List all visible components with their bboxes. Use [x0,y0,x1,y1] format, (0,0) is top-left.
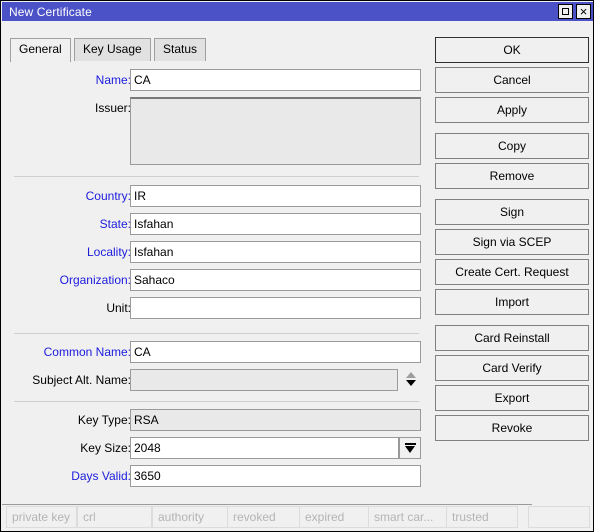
organization-label: Organization: [59,273,131,287]
close-icon: × [579,4,588,19]
key-size-dropdown-button[interactable] [399,437,421,459]
create-cert-request-button[interactable]: Create Cert. Request [435,259,589,285]
name-input[interactable]: CA [130,69,421,91]
status-flag-revoked: revoked [227,506,307,528]
common-name-label: Common Name: [43,345,131,359]
status-flag-expired: expired [299,506,372,528]
general-tab-panel: Name: CA Issuer: Country: IR State: Isfa… [2,45,430,500]
key-size-input[interactable]: 2048 [130,437,399,459]
unit-input[interactable] [130,297,421,319]
field-row-state: State: Isfahan [2,213,430,235]
apply-button[interactable]: Apply [435,97,589,123]
subject-alt-name-spinner[interactable] [403,369,420,391]
ok-button[interactable]: OK [435,37,589,63]
field-row-country: Country: IR [2,185,430,207]
key-size-label: Key Size: [80,441,131,455]
days-valid-label: Days Valid: [71,469,131,483]
window-titlebar[interactable]: New Certificate × [2,2,593,21]
field-row-issuer: Issuer: [2,97,430,167]
field-row-key-size: Key Size: 2048 [2,437,430,459]
common-name-input[interactable]: CA [130,341,421,363]
field-row-locality: Locality: Isfahan [2,241,430,263]
issuer-label: Issuer: [94,101,131,115]
export-button[interactable]: Export [435,385,589,411]
field-row-organization: Organization: Sahaco [2,269,430,291]
status-flag-empty [528,506,590,528]
copy-button[interactable]: Copy [435,133,589,159]
days-valid-input[interactable]: 3650 [130,465,421,487]
window-title: New Certificate [9,4,92,19]
remove-button[interactable]: Remove [435,163,589,189]
status-flag-trusted: trusted [446,506,518,528]
key-type-label: Key Type: [77,413,131,427]
status-flag-bar: private key crl authority revoked expire… [2,504,593,530]
field-row-key-type: Key Type: RSA [2,409,430,431]
key-type-value: RSA [130,409,421,431]
card-verify-button[interactable]: Card Verify [435,355,589,381]
field-row-common-name: Common Name: CA [2,341,430,363]
status-flag-private-key: private key [6,506,77,528]
sign-button[interactable]: Sign [435,199,589,225]
status-flag-authority: authority [152,506,233,528]
issuer-textarea[interactable] [130,97,421,165]
tab-general[interactable]: General [10,38,71,62]
revoke-button[interactable]: Revoke [435,415,589,441]
status-flag-crl: crl [77,506,152,528]
separator-3 [14,401,419,402]
statusbar-divider [2,504,532,505]
spinner-up-icon[interactable] [406,372,416,378]
dropdown-bar-icon [405,443,416,445]
field-row-name: Name: CA [2,69,430,91]
field-row-subject-alt-name: Subject Alt. Name: [2,369,430,391]
separator-1 [14,176,419,177]
organization-input[interactable]: Sahaco [130,269,421,291]
locality-label: Locality: [86,245,131,259]
chevron-down-icon [405,446,415,453]
subject-alt-name-input[interactable] [130,369,398,391]
status-flag-smart-card: smart car... [368,506,448,528]
close-button[interactable]: × [576,4,591,19]
field-row-days-valid: Days Valid: 3650 [2,465,430,487]
subject-alt-name-label: Subject Alt. Name: [32,373,131,387]
card-reinstall-button[interactable]: Card Reinstall [435,325,589,351]
country-label: Country: [85,189,131,203]
new-certificate-window: New Certificate × General Key Usage Stat… [0,0,594,532]
cancel-button[interactable]: Cancel [435,67,589,93]
import-button[interactable]: Import [435,289,589,315]
restore-icon [562,8,569,15]
sign-via-scep-button[interactable]: Sign via SCEP [435,229,589,255]
state-label: State: [99,217,131,231]
restore-button[interactable] [558,4,573,19]
spinner-down-icon[interactable] [406,380,416,386]
unit-label: Unit: [106,301,131,315]
field-row-unit: Unit: [2,297,430,319]
window-controls: × [558,4,591,19]
state-input[interactable]: Isfahan [130,213,421,235]
locality-input[interactable]: Isfahan [130,241,421,263]
name-label: Name: [95,73,131,87]
separator-2 [14,333,419,334]
country-input[interactable]: IR [130,185,421,207]
